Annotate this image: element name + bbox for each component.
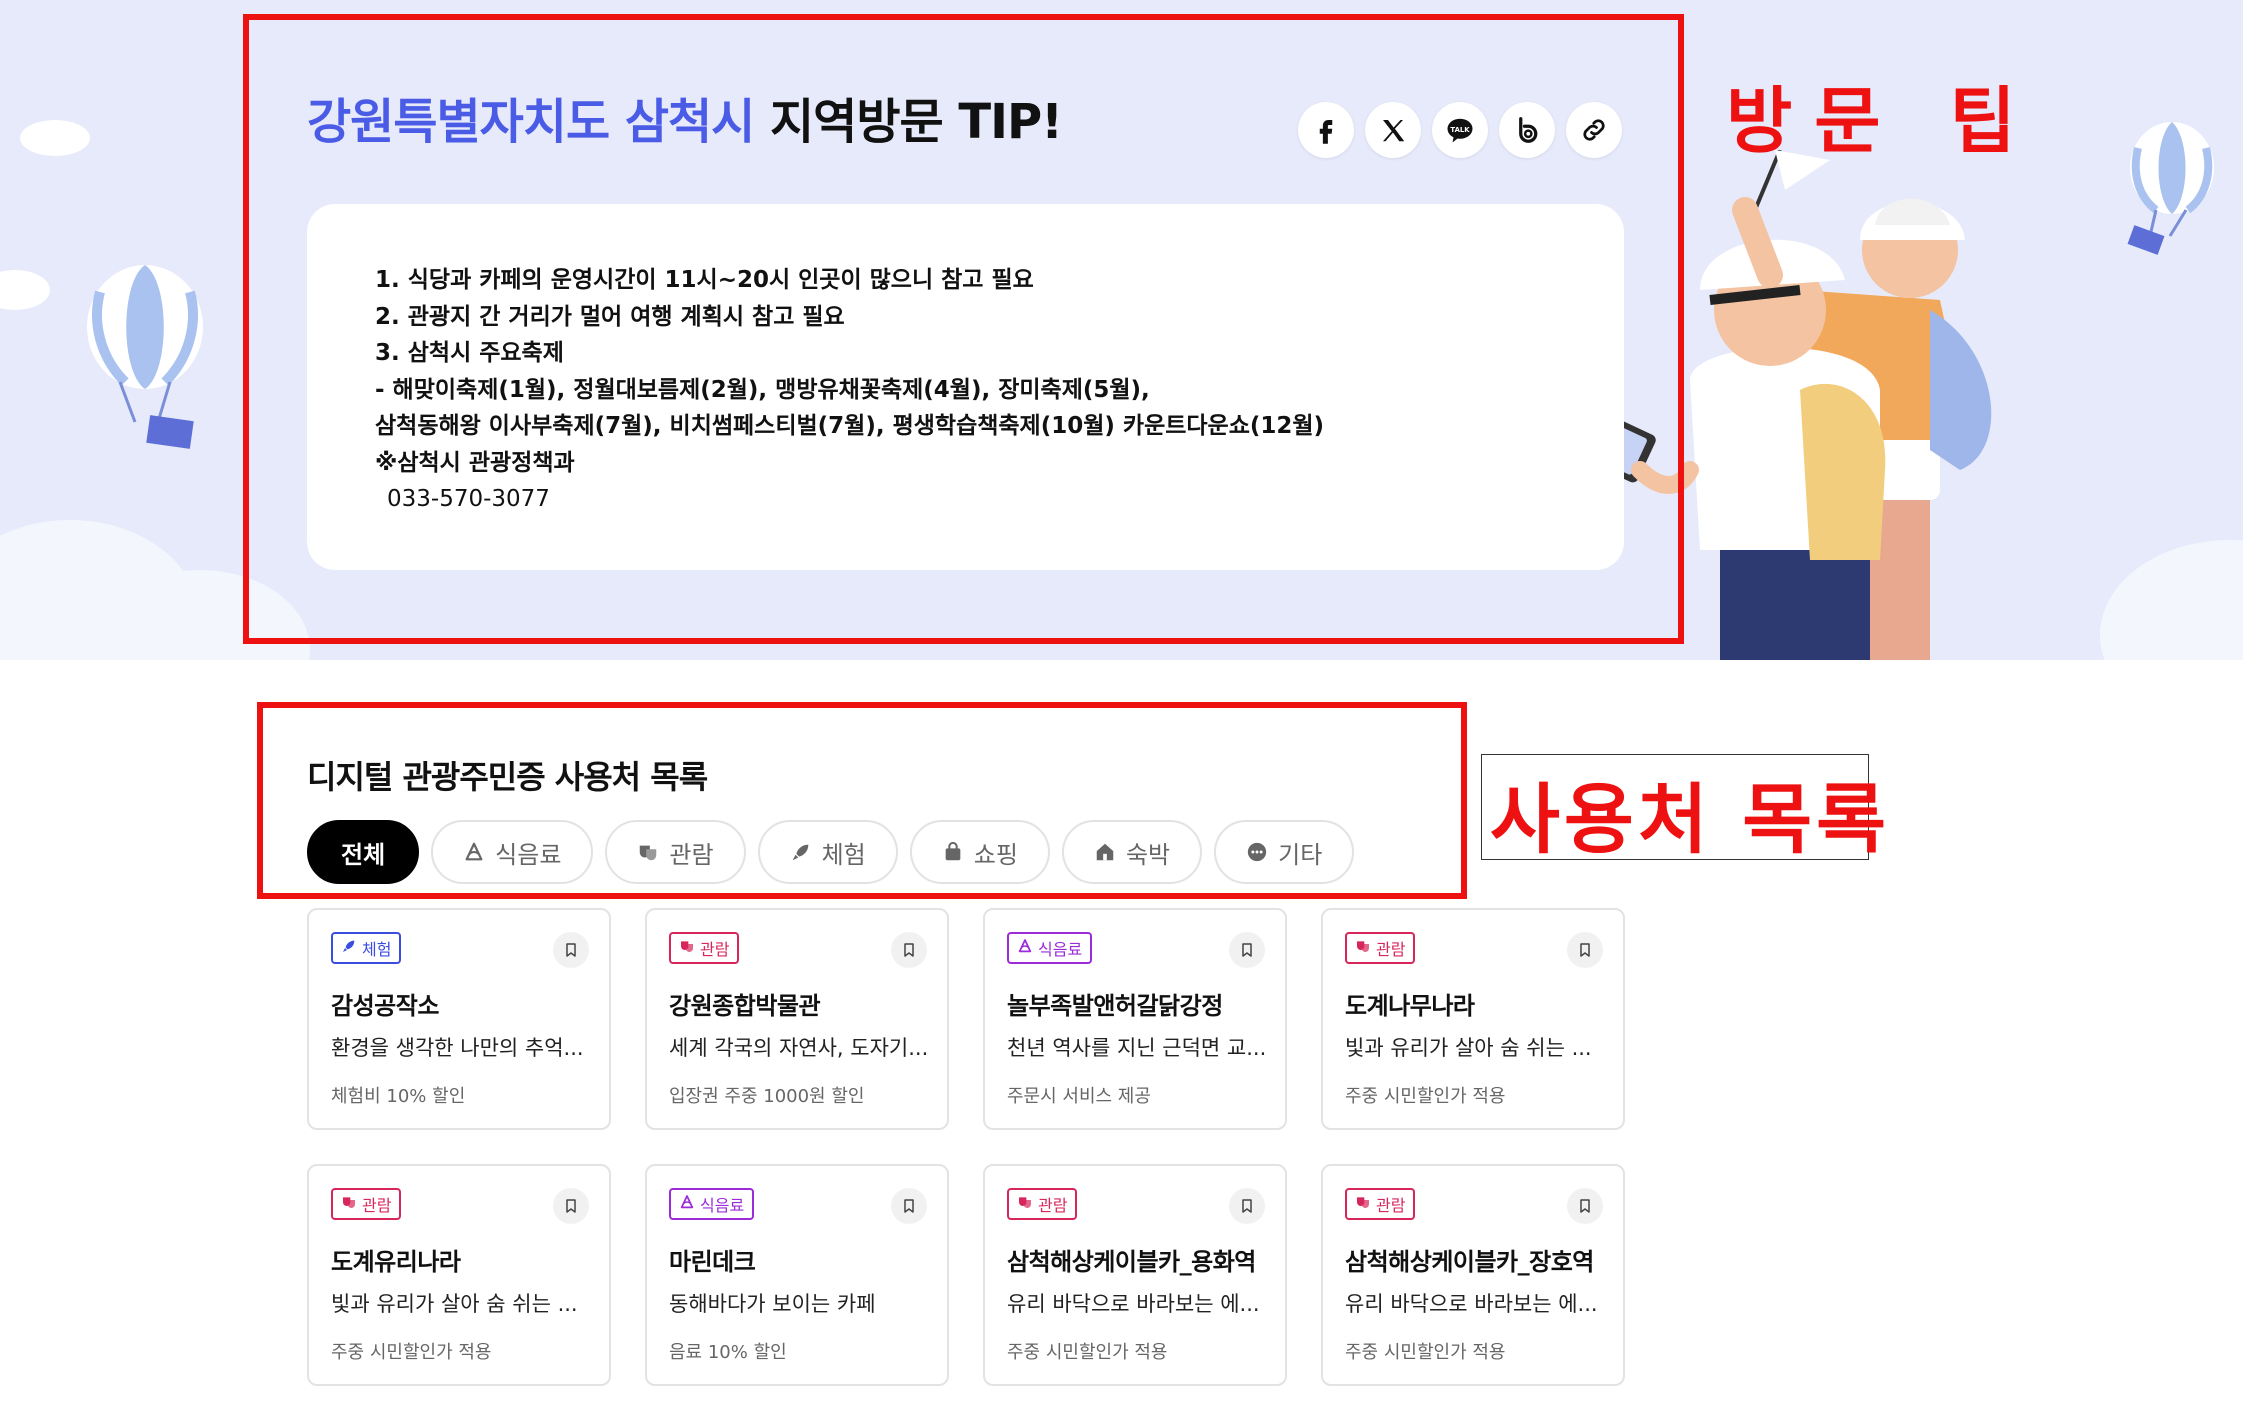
bookmark-icon [566, 1199, 576, 1213]
venue-description: 빛과 유리가 살아 숨 쉬는 ... [1345, 1036, 1592, 1060]
cloud-decoration [2100, 540, 2243, 660]
venue-card[interactable]: 관람 도계나무나라 빛과 유리가 살아 숨 쉬는 ... 주중 시민할인가 적용 [1321, 908, 1625, 1130]
bookmark-icon [1580, 1199, 1590, 1213]
category-label: 관람 [362, 1196, 392, 1215]
bookmark-icon [1242, 1199, 1252, 1213]
venue-card[interactable]: 관람 강원종합박물관 세계 각국의 자연사, 도자기... 입장권 주중 100… [645, 908, 949, 1130]
venue-benefit: 주중 시민할인가 적용 [1007, 1342, 1168, 1363]
category-badge: 관람 [331, 1188, 402, 1220]
bookmark-icon [904, 1199, 914, 1213]
bookmark-button[interactable] [1229, 932, 1265, 968]
annotation-box-list [257, 702, 1467, 899]
venue-card[interactable]: 관람 삼척해상케이블카_용화역 유리 바닥으로 바라보는 에... 주중 시민할… [983, 1164, 1287, 1386]
venue-name: 도계유리나라 [331, 1248, 461, 1276]
category-label: 관람 [1376, 1196, 1406, 1215]
category-badge: 관람 [669, 932, 740, 964]
hot-air-balloon-icon [87, 265, 203, 449]
venue-benefit: 주중 시민할인가 적용 [1345, 1086, 1506, 1107]
venue-name: 도계나무나라 [1345, 992, 1475, 1020]
venue-name: 삼척해상케이블카_장호역 [1345, 1248, 1594, 1276]
category-label: 관람 [1038, 1196, 1068, 1215]
venue-benefit: 주중 시민할인가 적용 [1345, 1342, 1506, 1363]
bookmark-button[interactable] [553, 1188, 589, 1224]
venue-card[interactable]: 관람 삼척해상케이블카_장호역 유리 바닥으로 바라보는 에... 주중 시민할… [1321, 1164, 1625, 1386]
annotation-label-list: 사용처 목록 [1490, 775, 1891, 864]
venue-name: 감성공작소 [331, 992, 439, 1020]
bookmark-icon [1580, 943, 1590, 957]
venue-benefit: 체험비 10% 할인 [331, 1086, 466, 1107]
cloud-decoration [0, 270, 50, 310]
annotation-box-tip [243, 14, 1684, 644]
venue-name: 삼척해상케이블카_용화역 [1007, 1248, 1256, 1276]
bookmark-button[interactable] [891, 932, 927, 968]
venue-benefit: 주중 시민할인가 적용 [331, 1342, 492, 1363]
venue-card[interactable]: 관람 도계유리나라 빛과 유리가 살아 숨 쉬는 ... 주중 시민할인가 적용 [307, 1164, 611, 1386]
venue-description: 환경을 생각한 나만의 추억... [331, 1036, 584, 1060]
mask-icon [681, 941, 693, 952]
venue-name: 강원종합박물관 [669, 992, 821, 1020]
venue-description: 동해바다가 보이는 카페 [669, 1292, 876, 1316]
annotation-label-tip: 방문 팁 [1726, 79, 2038, 163]
venue-name: 놀부족발앤허갈닭강정 [1007, 992, 1223, 1020]
category-badge: 관람 [1345, 1188, 1416, 1220]
venue-card[interactable]: 식음료 마린데크 동해바다가 보이는 카페 음료 10% 할인 [645, 1164, 949, 1386]
category-badge: 식음료 [669, 1188, 755, 1220]
venue-benefit: 입장권 주중 1000원 할인 [669, 1086, 865, 1107]
bookmark-button[interactable] [553, 932, 589, 968]
category-label: 식음료 [1038, 940, 1083, 959]
category-label: 관람 [700, 940, 730, 959]
bookmark-button[interactable] [891, 1188, 927, 1224]
category-badge: 식음료 [1007, 932, 1093, 964]
venue-benefit: 음료 10% 할인 [669, 1342, 787, 1363]
cloud-decoration [20, 120, 90, 156]
venue-benefit: 주문시 서비스 제공 [1007, 1086, 1151, 1107]
food-icon [1018, 939, 1032, 953]
venue-description: 유리 바닥으로 바라보는 에... [1007, 1292, 1260, 1316]
bookmark-button[interactable] [1229, 1188, 1265, 1224]
category-label: 식음료 [700, 1196, 745, 1215]
venue-card[interactable]: 체험 감성공작소 환경을 생각한 나만의 추억... 체험비 10% 할인 [307, 908, 611, 1130]
category-badge: 관람 [1345, 932, 1416, 964]
venue-description: 천년 역사를 지닌 근덕면 교... [1007, 1036, 1267, 1060]
venue-card[interactable]: 식음료 놀부족발앤허갈닭강정 천년 역사를 지닌 근덕면 교... 주문시 서비… [983, 908, 1287, 1130]
venue-description: 세계 각국의 자연사, 도자기... [669, 1036, 929, 1060]
rocket-icon [343, 940, 355, 952]
bookmark-icon [566, 943, 576, 957]
food-icon [680, 1195, 694, 1209]
category-label: 체험 [362, 940, 392, 959]
venue-description: 유리 바닥으로 바라보는 에... [1345, 1292, 1598, 1316]
mask-icon [1019, 1197, 1031, 1208]
bookmark-icon [1242, 943, 1252, 957]
category-label: 관람 [1376, 940, 1406, 959]
venue-name: 마린데크 [669, 1248, 756, 1276]
venue-description: 빛과 유리가 살아 숨 쉬는 ... [331, 1292, 578, 1316]
bookmark-button[interactable] [1567, 1188, 1603, 1224]
mask-icon [1357, 941, 1369, 952]
mask-icon [343, 1197, 355, 1208]
category-badge: 관람 [1007, 1188, 1078, 1220]
category-badge: 체험 [331, 932, 402, 964]
bookmark-icon [904, 943, 914, 957]
mask-icon [1357, 1197, 1369, 1208]
hot-air-balloon-icon [2127, 122, 2214, 255]
bookmark-button[interactable] [1567, 932, 1603, 968]
venue-grid: 체험 감성공작소 환경을 생각한 나만의 추억... 체험비 10% 할인 관람… [307, 908, 1625, 1386]
